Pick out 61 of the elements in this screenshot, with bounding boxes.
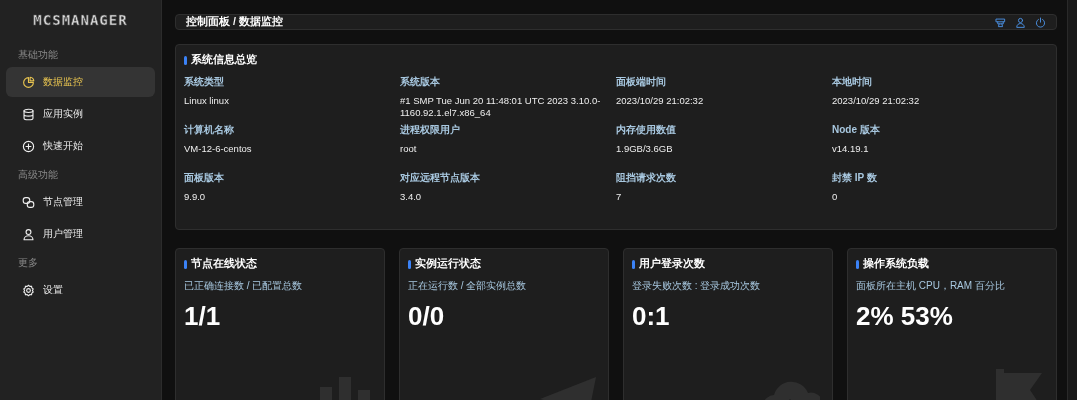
- card-subtitle: 登录失败次数 : 登录成功次数: [632, 279, 762, 293]
- field-label: 对应远程节点版本: [400, 171, 481, 185]
- user-icon: [1015, 16, 1026, 28]
- section-label: 基础功能: [17, 48, 59, 62]
- field-value: VM-12-6-centos: [184, 143, 253, 155]
- card-title: 操作系统负载: [856, 257, 1048, 271]
- user-icon: [22, 227, 35, 241]
- header-button[interactable]: [1015, 16, 1026, 28]
- card-title: 实例运行状态: [408, 257, 600, 271]
- sidebar-item[interactable]: 用户管理: [6, 219, 155, 249]
- field-value: 2023/10/29 21:02:32: [616, 95, 705, 107]
- sidebar-item[interactable]: 设置: [6, 275, 155, 305]
- shirt-icon: [995, 16, 1006, 28]
- field-label: 系统版本: [400, 75, 441, 89]
- field-label: 本地时间: [832, 75, 873, 89]
- field-label: 系统类型: [184, 75, 225, 89]
- field-value: 1.9GB/3.6GB: [616, 143, 674, 155]
- settings-icon: [22, 283, 35, 297]
- field-value: 2023/10/29 21:02:32: [832, 95, 921, 107]
- pie-chart-icon: [22, 75, 35, 89]
- field-value: root: [400, 143, 418, 155]
- stat-value: 0/0: [408, 301, 446, 332]
- field-value: Linux linux: [184, 95, 230, 107]
- field-label: 封禁 IP 数: [832, 171, 878, 185]
- sidebar-item[interactable]: 节点管理: [6, 187, 155, 217]
- field-label: 进程权限用户: [400, 123, 461, 137]
- scrollbar[interactable]: [1067, 0, 1077, 400]
- card-title: 节点在线状态: [184, 257, 376, 271]
- field-label: 面板端时间: [616, 75, 667, 89]
- field-value: #1 SMP Tue Jun 20 11:48:01 UTC 2023 3.10.0-1160.92.1.el7.x86_64: [400, 95, 602, 119]
- logo: MCSMANAGER: [33, 12, 128, 28]
- field-label: 面板版本: [184, 171, 225, 185]
- field-value: 3.4.0: [400, 191, 423, 203]
- add-circle-icon: [22, 139, 35, 153]
- field-value: 7: [616, 191, 623, 203]
- sidebar-item[interactable]: 快速开始: [6, 131, 155, 161]
- sidebar-item[interactable]: 数据监控: [6, 67, 155, 97]
- power-icon: [1035, 16, 1046, 28]
- card-subtitle: 正在运行数 / 全部实例总数: [408, 279, 528, 293]
- field-value: 0: [832, 191, 839, 203]
- breadcrumb: 控制面板 / 数据监控: [186, 15, 283, 29]
- field-label: Node 版本: [832, 123, 881, 137]
- field-label: 内存使用数值: [616, 123, 677, 137]
- field-value: v14.19.1: [832, 143, 870, 155]
- stat-value: 0:1: [632, 301, 671, 332]
- card-title: 系统信息总览: [184, 53, 1048, 67]
- card-subtitle: 已正确连接数 / 已配置总数: [184, 279, 304, 293]
- field-label: 计算机名称: [184, 123, 235, 137]
- link-icon: [22, 195, 35, 209]
- card-title: 用户登录次数: [632, 257, 824, 271]
- header-button[interactable]: [995, 16, 1006, 28]
- stat-value: 2% 53%: [856, 301, 954, 332]
- section-label: 高级功能: [17, 168, 59, 182]
- stat-value: 1/1: [184, 301, 222, 332]
- sidebar-item[interactable]: 应用实例: [6, 99, 155, 129]
- field-label: 阻挡请求次数: [616, 171, 677, 185]
- card-subtitle: 面板所在主机 CPU，RAM 百分比: [856, 279, 1006, 293]
- section-label: 更多: [17, 256, 39, 270]
- field-value: 9.9.0: [184, 191, 207, 203]
- header-button[interactable]: [1035, 16, 1046, 28]
- database-icon: [22, 107, 35, 121]
